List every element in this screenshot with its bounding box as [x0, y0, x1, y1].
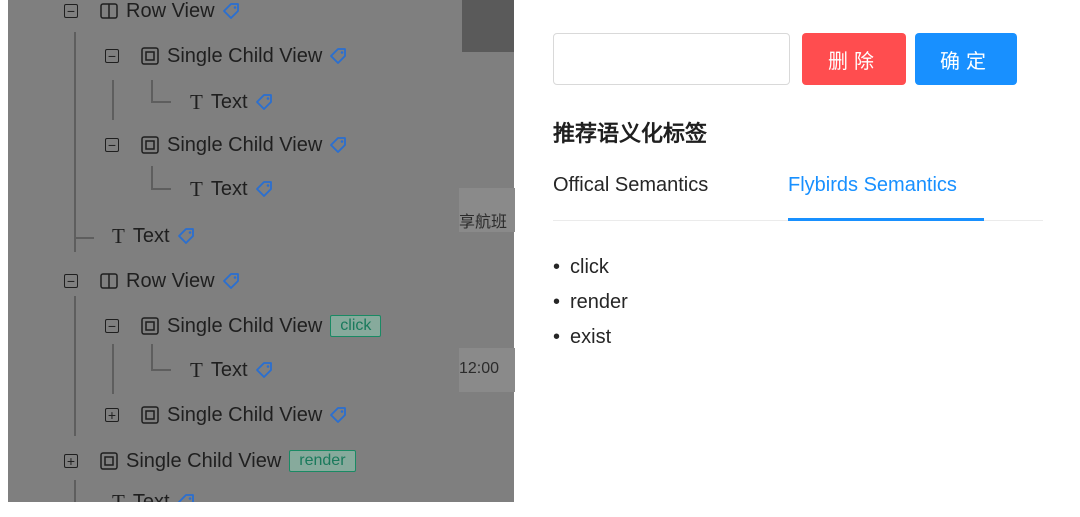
collapse-icon[interactable]: − — [105, 138, 119, 152]
node-label: Text — [210, 177, 248, 200]
node-label: Single Child View — [126, 449, 282, 472]
expand-icon[interactable]: + — [105, 408, 119, 422]
tag-icon[interactable] — [328, 135, 348, 155]
text-type-icon: T — [112, 489, 125, 503]
single-child-view-icon — [100, 452, 118, 470]
semantic-tag[interactable]: click — [330, 315, 382, 337]
semantic-item[interactable]: render — [553, 285, 628, 320]
node-label: Text — [210, 90, 248, 113]
tree-node-row-view[interactable]: − Row View — [64, 266, 241, 296]
tree-panel: − Row View − Single Child View T Text − — [8, 0, 514, 502]
tag-icon[interactable] — [221, 271, 241, 291]
text-type-icon: T — [190, 89, 203, 114]
tag-icon[interactable] — [328, 46, 348, 66]
collapse-icon[interactable]: − — [64, 274, 78, 288]
row-view-icon — [100, 273, 118, 289]
node-label: Row View — [126, 0, 215, 22]
background-text-fragment: 12:00 — [459, 360, 500, 377]
tag-icon[interactable] — [221, 1, 241, 21]
semantic-list: click render exist — [553, 250, 628, 355]
bottom-strip — [0, 502, 1080, 517]
single-child-view-icon — [141, 406, 159, 424]
semantic-input[interactable] — [553, 33, 790, 85]
tab-offical-semantics[interactable]: Offical Semantics — [553, 174, 708, 197]
tree-node-single-child-view[interactable]: − Single Child View click — [105, 311, 382, 341]
node-label: Text — [210, 358, 248, 381]
tree-connector — [74, 480, 76, 502]
tree-node-single-child-view[interactable]: + Single Child View — [105, 400, 348, 430]
node-label: Single Child View — [167, 133, 323, 156]
collapse-icon[interactable]: − — [105, 49, 119, 63]
text-type-icon: T — [112, 223, 125, 248]
section-title: 推荐语义化标签 — [553, 121, 708, 146]
node-label: Text — [132, 224, 170, 247]
tree-node-text[interactable]: T Text — [190, 87, 274, 117]
text-type-icon: T — [190, 357, 203, 382]
single-child-view-icon — [141, 136, 159, 154]
collapse-icon[interactable]: − — [64, 4, 78, 18]
node-label: Text — [132, 490, 170, 503]
collapse-icon[interactable]: − — [105, 319, 119, 333]
tree-node-text[interactable]: T Text — [112, 487, 196, 502]
node-label: Single Child View — [167, 314, 323, 337]
delete-button[interactable]: 删除 — [802, 33, 906, 85]
node-label: Single Child View — [167, 403, 323, 426]
tree-node-text[interactable]: T Text — [112, 221, 196, 251]
tree-node-row-view[interactable]: − Row View — [64, 0, 241, 26]
tree-connector — [74, 237, 94, 239]
node-label: Row View — [126, 269, 215, 292]
semantic-tag[interactable]: render — [289, 450, 356, 472]
tree-connector — [151, 166, 153, 188]
tree-connector — [74, 296, 76, 436]
text-type-icon: T — [190, 176, 203, 201]
tree-connector — [151, 369, 171, 371]
tree-node-single-child-view[interactable]: − Single Child View — [105, 41, 348, 71]
tag-icon[interactable] — [176, 492, 196, 502]
active-tab-indicator — [788, 218, 984, 221]
tree-connector — [151, 188, 171, 190]
background-text-fragment: 享航班 — [459, 214, 508, 231]
tree-connector — [112, 80, 114, 120]
expand-icon[interactable]: + — [64, 454, 78, 468]
tag-icon[interactable] — [254, 92, 274, 112]
tree-node-text[interactable]: T Text — [190, 355, 274, 385]
tab-flybirds-semantics[interactable]: Flybirds Semantics — [788, 174, 957, 197]
semantic-item[interactable]: click — [553, 250, 628, 285]
tree-node-single-child-view[interactable]: − Single Child View — [105, 130, 348, 160]
node-label: Single Child View — [167, 44, 323, 67]
tree-connector — [151, 80, 153, 102]
tree-node-text[interactable]: T Text — [190, 174, 274, 204]
single-child-view-icon — [141, 317, 159, 335]
single-child-view-icon — [141, 47, 159, 65]
tree-connector — [74, 32, 76, 252]
tag-icon[interactable] — [328, 405, 348, 425]
confirm-button[interactable]: 确定 — [915, 33, 1017, 85]
tag-icon[interactable] — [254, 179, 274, 199]
tag-icon[interactable] — [254, 360, 274, 380]
tag-icon[interactable] — [176, 226, 196, 246]
background-image-fragment — [462, 0, 514, 52]
tree-node-single-child-view[interactable]: + Single Child View render — [64, 446, 356, 476]
semantic-item[interactable]: exist — [553, 320, 628, 355]
tree-connector — [112, 344, 114, 394]
tree-connector — [151, 344, 153, 370]
tree-connector — [151, 101, 171, 103]
row-view-icon — [100, 3, 118, 19]
